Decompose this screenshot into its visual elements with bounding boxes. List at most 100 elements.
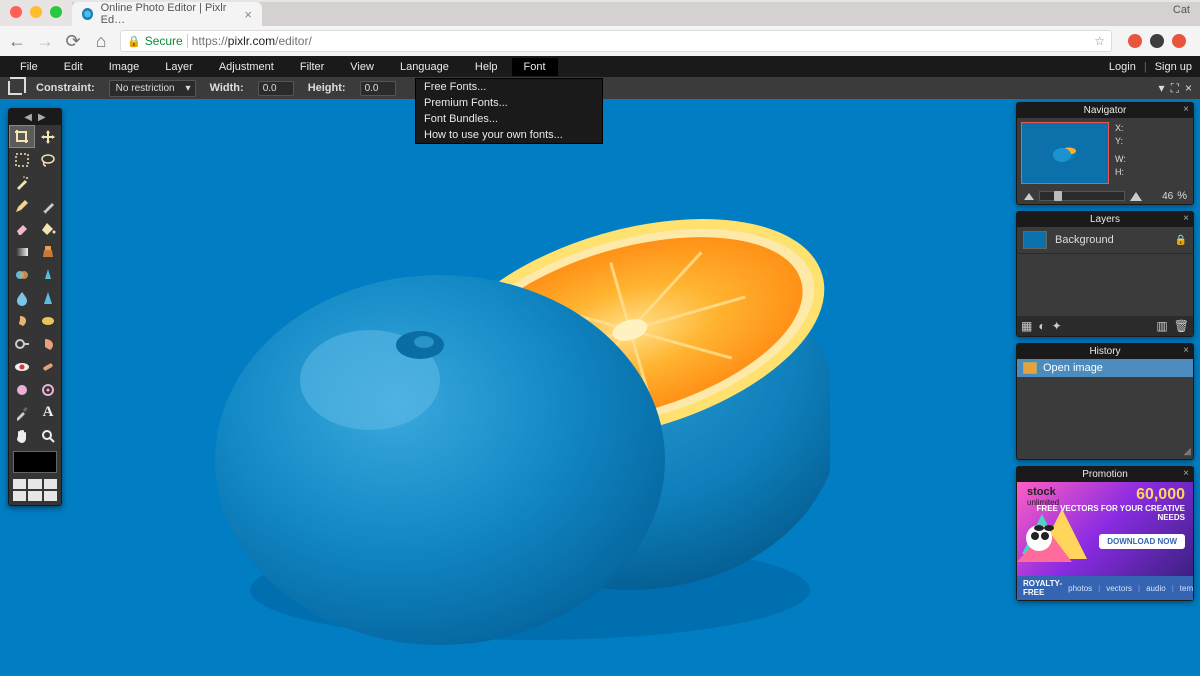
marquee-tool[interactable] [9, 148, 35, 171]
bookmark-star-icon[interactable]: ☆ [1094, 34, 1105, 48]
layer-styles-icon[interactable]: ✦ [1052, 319, 1062, 333]
crop-tool[interactable] [9, 125, 35, 148]
spot-heal-tool[interactable] [35, 355, 61, 378]
height-input[interactable]: 0.0 [360, 81, 396, 96]
evernote-extension-icon[interactable] [1150, 34, 1164, 48]
menu-font[interactable]: Font [512, 58, 558, 76]
zoom-slider[interactable] [1039, 191, 1125, 201]
toolbox-prev-icon[interactable]: ◀ [24, 112, 32, 123]
collapse-panels-icon[interactable]: ▾ [1159, 81, 1165, 95]
drawing-tool[interactable] [35, 263, 61, 286]
color-replace-tool[interactable] [9, 263, 35, 286]
type-tool[interactable]: A [35, 401, 61, 424]
promo-link-vectors[interactable]: vectors [1106, 584, 1132, 593]
browser-tab-bar: Online Photo Editor | Pixlr Ed… × [72, 2, 1200, 26]
address-bar[interactable]: 🔒 Secure https://pixlr.com/editor/ ☆ [120, 30, 1112, 52]
window-minimize-button[interactable] [30, 6, 42, 18]
pinch-tool[interactable] [35, 378, 61, 401]
promo-link-audio[interactable]: audio [1146, 584, 1166, 593]
delete-layer-icon[interactable]: 🗑 [1174, 319, 1189, 333]
paint-bucket-tool[interactable] [35, 217, 61, 240]
move-tool[interactable] [35, 125, 61, 148]
browser-tab[interactable]: Online Photo Editor | Pixlr Ed… × [72, 2, 262, 26]
gradient-tool[interactable] [9, 240, 35, 263]
nav-back-button[interactable]: ← [8, 31, 26, 52]
palette-swatch[interactable] [13, 479, 26, 489]
eyedropper-tool[interactable] [9, 401, 35, 424]
palette-swatch[interactable] [13, 491, 26, 501]
nav-home-button[interactable]: ⌂ [92, 31, 110, 52]
panel-close-icon[interactable]: × [1183, 345, 1189, 356]
layer-lock-icon[interactable]: 🔒 [1175, 235, 1187, 246]
new-layer-icon[interactable]: ▥ [1156, 319, 1167, 333]
lock-icon: 🔒 [127, 35, 141, 48]
palette-swatch[interactable] [28, 479, 41, 489]
wand-tool[interactable] [9, 171, 35, 194]
dodge-tool[interactable] [9, 332, 35, 355]
menu-use-own-fonts[interactable]: How to use your own fonts... [416, 127, 602, 143]
tab-close-icon[interactable]: × [244, 7, 252, 22]
foreground-color-swatch[interactable] [13, 451, 57, 473]
smudge-tool[interactable] [9, 309, 35, 332]
navigator-thumbnail[interactable] [1021, 122, 1109, 184]
palette-swatch[interactable] [44, 491, 57, 501]
panel-resize-icon[interactable]: ◢ [1183, 446, 1191, 457]
menu-font-bundles[interactable]: Font Bundles... [416, 111, 602, 127]
menu-file[interactable]: File [8, 58, 50, 76]
menu-filter[interactable]: Filter [288, 58, 336, 76]
browser-profile-label[interactable]: Cat [1173, 4, 1190, 16]
sharpen-tool[interactable] [35, 286, 61, 309]
menu-help[interactable]: Help [463, 58, 510, 76]
zoom-in-icon[interactable] [1129, 190, 1143, 202]
eraser-tool[interactable] [9, 217, 35, 240]
brush-tool[interactable] [35, 194, 61, 217]
promo-cta-button[interactable]: DOWNLOAD NOW [1099, 534, 1185, 549]
panel-close-icon[interactable]: × [1183, 213, 1189, 224]
palette-swatch[interactable] [44, 479, 57, 489]
lasso-tool[interactable] [35, 148, 61, 171]
menu-edit[interactable]: Edit [52, 58, 95, 76]
pencil-tool[interactable] [9, 194, 35, 217]
bloat-tool[interactable] [9, 378, 35, 401]
nav-reload-button[interactable]: ⟳ [64, 31, 82, 52]
extension-icon[interactable] [1172, 34, 1186, 48]
nav-forward-button[interactable]: → [36, 31, 54, 52]
zoom-out-icon[interactable] [1023, 191, 1035, 201]
sponge-tool[interactable] [35, 309, 61, 332]
layer-mask-icon[interactable]: ◐ [1038, 319, 1045, 333]
menu-image[interactable]: Image [97, 58, 152, 76]
menu-view[interactable]: View [338, 58, 386, 76]
layer-row[interactable]: Background 🔒 [1017, 227, 1193, 254]
panel-close-icon[interactable]: × [1183, 468, 1189, 479]
toolbox-next-icon[interactable]: ▶ [38, 112, 46, 123]
menu-language[interactable]: Language [388, 58, 461, 76]
blur-tool[interactable] [9, 286, 35, 309]
fullscreen-icon[interactable]: ⛶ [1171, 81, 1179, 96]
selection-tool[interactable] [35, 171, 61, 194]
width-input[interactable]: 0.0 [258, 81, 294, 96]
clone-stamp-tool[interactable] [35, 240, 61, 263]
login-link[interactable]: Login [1109, 61, 1136, 73]
palette-swatch[interactable] [28, 491, 41, 501]
hand-tool[interactable] [9, 424, 35, 447]
red-eye-tool[interactable] [9, 355, 35, 378]
promotion-banner[interactable]: stockunlimited 60,000 FREE VECTORS FOR Y… [1017, 482, 1193, 600]
menu-adjustment[interactable]: Adjustment [207, 58, 286, 76]
menu-free-fonts[interactable]: Free Fonts... [416, 79, 602, 95]
zoom-tool[interactable] [35, 424, 61, 447]
canvas-area[interactable] [0, 100, 1012, 676]
promo-link-photos[interactable]: photos [1068, 584, 1092, 593]
layer-settings-icon[interactable]: ▦ [1021, 319, 1032, 333]
menu-layer[interactable]: Layer [153, 58, 205, 76]
window-maximize-button[interactable] [50, 6, 62, 18]
panel-close-icon[interactable]: × [1183, 104, 1189, 115]
history-row[interactable]: Open image [1017, 359, 1193, 377]
window-close-button[interactable] [10, 6, 22, 18]
burn-tool[interactable] [35, 332, 61, 355]
menu-premium-fonts[interactable]: Premium Fonts... [416, 95, 602, 111]
signup-link[interactable]: Sign up [1155, 61, 1192, 73]
constraint-dropdown[interactable]: No restriction [109, 80, 196, 97]
promo-link-templates[interactable]: templates [1180, 584, 1193, 593]
extension-icon[interactable] [1128, 34, 1142, 48]
close-options-icon[interactable]: × [1185, 81, 1192, 95]
